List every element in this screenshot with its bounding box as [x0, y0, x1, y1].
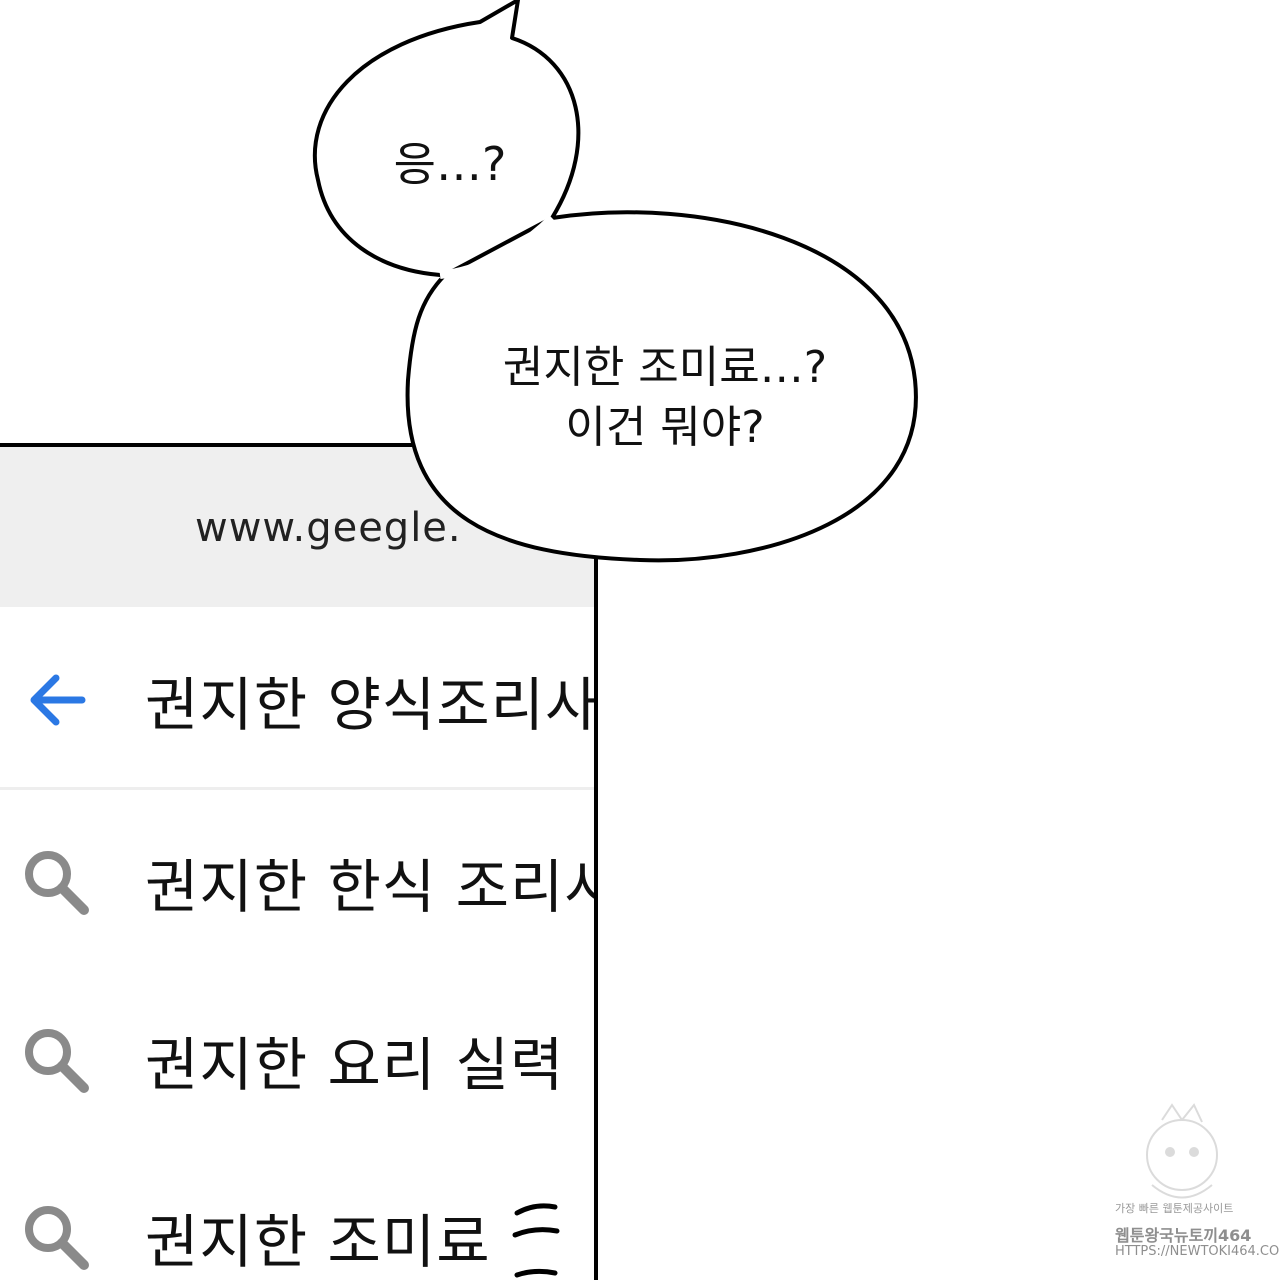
- url-text: www.geegle.: [195, 505, 462, 551]
- suggestion-row-current[interactable]: 권지한 양식조리사: [0, 612, 594, 790]
- search-icon: [25, 1206, 89, 1270]
- speech-text-2: 권지한 조미료…? 이건 뭐야?: [470, 338, 860, 458]
- phone-panel: www.geegle. 권지한 양식조리사 권지한 한식 조리사 권지한 요리 …: [0, 443, 598, 1280]
- speech-line: 이건 뭐야?: [565, 402, 765, 453]
- suggestion-label: 권지한 조미료: [145, 1208, 491, 1276]
- watermark-text: 웹툰왕국뉴토끼464: [1115, 1226, 1252, 1245]
- search-icon: [25, 1029, 89, 1093]
- address-bar[interactable]: www.geegle.: [0, 447, 594, 607]
- suggestion-row[interactable]: 권지한 한식 조리사: [0, 797, 594, 967]
- speech-text-1: 응…?: [393, 137, 507, 191]
- shake-lines: [512, 1203, 560, 1278]
- suggestion-row[interactable]: 권지한 요리 실력: [0, 975, 594, 1145]
- suggestion-label: 권지한 한식 조리사: [145, 853, 598, 921]
- back-arrow-icon[interactable]: [20, 664, 92, 736]
- suggestion-label: 권지한 양식조리사: [145, 670, 598, 739]
- search-icon: [25, 851, 89, 915]
- watermark-text: 가장 빠른 웹툰제공사이트: [1115, 1202, 1234, 1215]
- watermark-text: HTTPS://NEWTOKI464.COM: [1115, 1244, 1280, 1259]
- speech-line: 권지한 조미료…?: [502, 342, 828, 393]
- suggestion-label: 권지한 요리 실력: [145, 1031, 565, 1099]
